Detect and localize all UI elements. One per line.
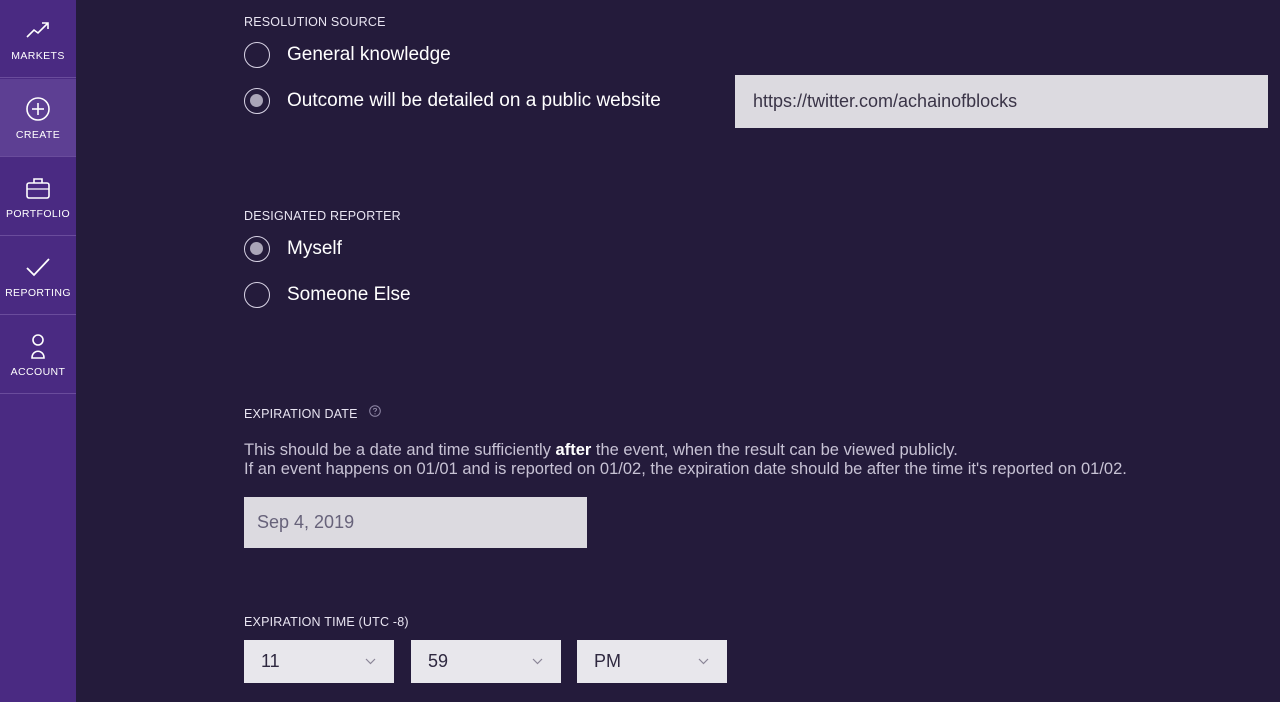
sidebar-item-label: ACCOUNT [10,366,66,378]
sidebar: MARKETS CREATE PORTFOLIO REPORTING ACCOU… [0,0,76,702]
sidebar-item-reporting[interactable]: REPORTING [0,237,76,315]
briefcase-icon [26,178,50,199]
reporter-option-someone-else[interactable]: Someone Else [244,280,411,310]
radio-label: Myself [287,238,342,259]
radio-label: General knowledge [287,44,451,65]
emphasis-after: after [555,441,592,459]
expiration-date-heading: EXPIRATION DATE [244,407,358,421]
sidebar-item-account[interactable]: ACCOUNT [0,316,76,394]
resolution-source-heading: RESOLUTION SOURCE [244,15,386,29]
chevron-down-icon [365,658,376,665]
sidebar-item-create[interactable]: CREATE [0,79,76,157]
question-circle-icon[interactable] [369,405,382,417]
chevron-down-icon [532,658,543,665]
hour-select[interactable]: 11 [244,640,394,683]
sidebar-item-label: MARKETS [11,50,65,62]
expiration-date-description-line2: If an event happens on 01/01 and is repo… [244,460,1127,478]
reporter-option-myself[interactable]: Myself [244,234,342,264]
expiration-date-description-line1: This should be a date and time sufficien… [244,441,958,459]
sidebar-item-markets[interactable]: MARKETS [0,0,76,78]
plus-circle-icon [26,97,50,121]
minute-value: 59 [428,651,449,671]
expiration-date-input[interactable] [244,497,587,548]
checkmark-icon [26,258,50,277]
chevron-down-icon [698,658,709,665]
meridiem-select[interactable]: PM [577,640,727,683]
sidebar-item-label: REPORTING [5,287,71,299]
radio-button-selected[interactable] [244,236,270,262]
designated-reporter-heading: DESIGNATED REPORTER [244,209,401,223]
meridiem-value: PM [594,651,621,671]
radio-button[interactable] [244,42,270,68]
resolution-url-input[interactable] [735,75,1268,128]
radio-label: Someone Else [287,284,411,305]
radio-button[interactable] [244,282,270,308]
sidebar-item-portfolio[interactable]: PORTFOLIO [0,158,76,236]
sidebar-item-label: PORTFOLIO [5,208,71,220]
radio-button-selected[interactable] [244,88,270,114]
resolution-option-public-website[interactable]: Outcome will be detailed on a public web… [244,86,661,116]
minute-select[interactable]: 59 [411,640,561,683]
hour-value: 11 [261,651,280,671]
sidebar-item-label: CREATE [15,129,61,141]
trending-up-icon [26,22,49,38]
expiration-date-heading-row: EXPIRATION DATE [244,405,382,421]
user-icon [31,334,45,359]
resolution-option-general-knowledge[interactable]: General knowledge [244,40,451,70]
radio-label: Outcome will be detailed on a public web… [287,90,661,111]
expiration-time-heading: EXPIRATION TIME (UTC -8) [244,615,409,629]
